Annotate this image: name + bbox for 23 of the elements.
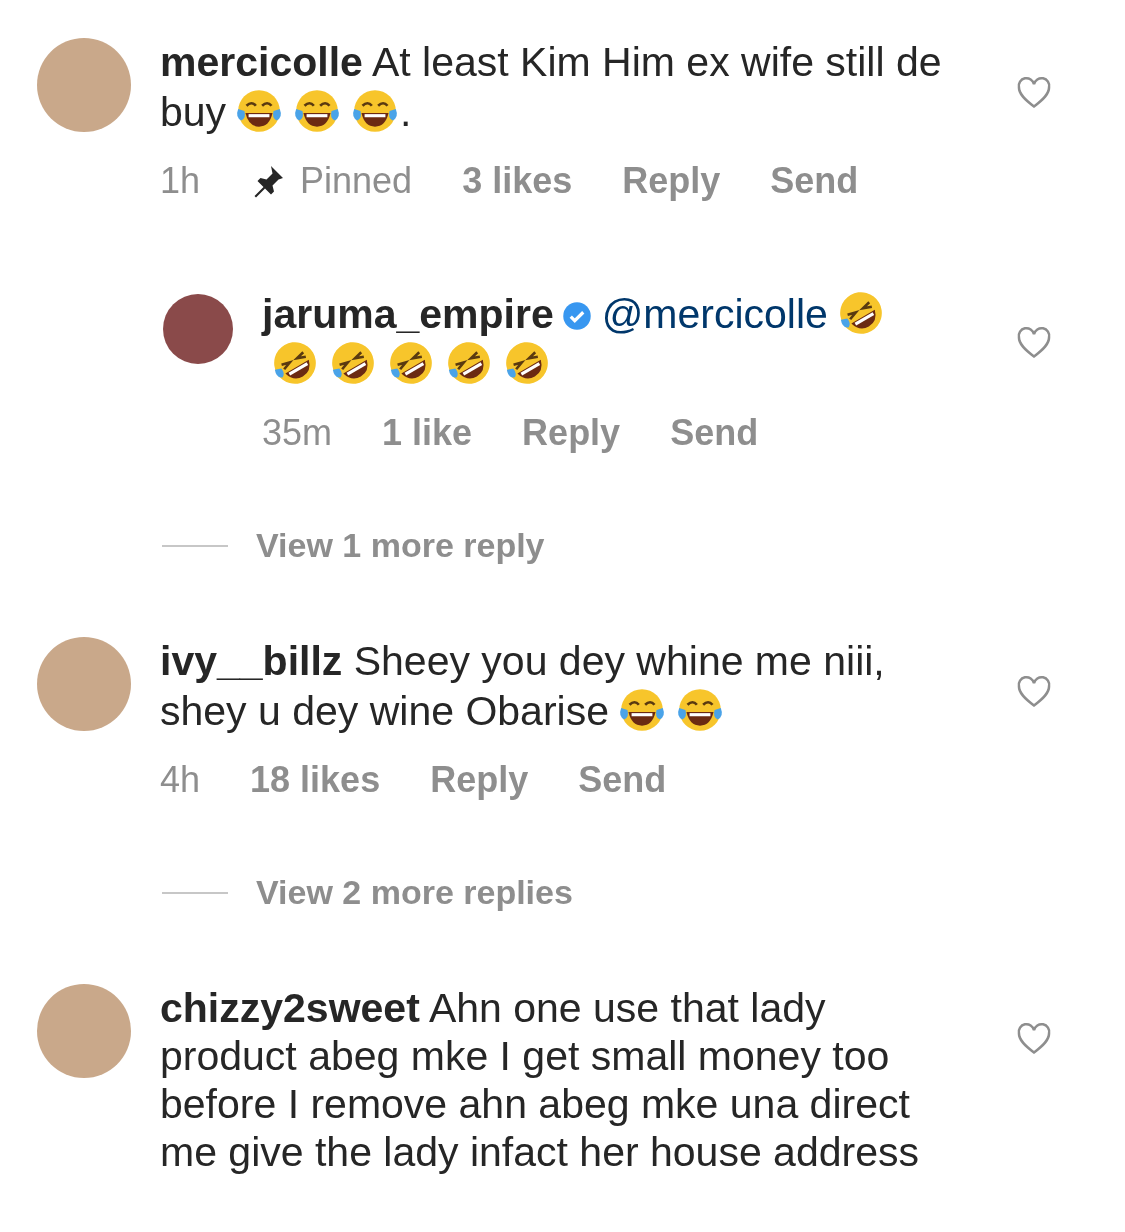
timestamp: 4h [160, 759, 201, 801]
view-replies-button[interactable]: View 1 more reply [256, 526, 545, 565]
likes-count-link[interactable]: 3 likes [462, 160, 573, 202]
comment-text: ivy__billz Sheey you dey whine me niii, shey u dey wine Obarise [160, 637, 886, 735]
username-link[interactable]: chizzy2sweet [160, 985, 420, 1031]
likes-count-link[interactable]: 1 like [382, 412, 473, 454]
username-link[interactable]: jaruma_empire [262, 291, 554, 337]
comment-text: mercicolle At least Kim Him ex wife still de buy . [160, 38, 943, 136]
pinned-text: Pinned [300, 160, 413, 202]
username-link[interactable]: ivy__billz [160, 638, 343, 684]
comment-action-button[interactable]: Reply [522, 412, 621, 454]
comment-action-button[interactable]: Send [770, 160, 859, 202]
timestamp: 1h [160, 160, 201, 202]
comment-action-button[interactable]: Reply [430, 759, 529, 801]
comment-action-button[interactable]: Send [578, 759, 667, 801]
comment-text: chizzy2sweet Ahn one use that lady product abeg mke I get small money too before I remove ahn abeg mke una direct me give the lady infact her house address [160, 984, 920, 1176]
comment-action-button[interactable]: Reply [622, 160, 721, 202]
likes-count-link[interactable]: 18 likes [250, 759, 381, 801]
view-replies-button[interactable]: View 2 more replies [256, 873, 573, 912]
username-link[interactable]: mercicolle [160, 39, 363, 85]
timestamp: 35m [262, 412, 333, 454]
comment-action-button[interactable]: Send [670, 412, 759, 454]
mention-link[interactable]: @mercicolle [601, 291, 828, 337]
